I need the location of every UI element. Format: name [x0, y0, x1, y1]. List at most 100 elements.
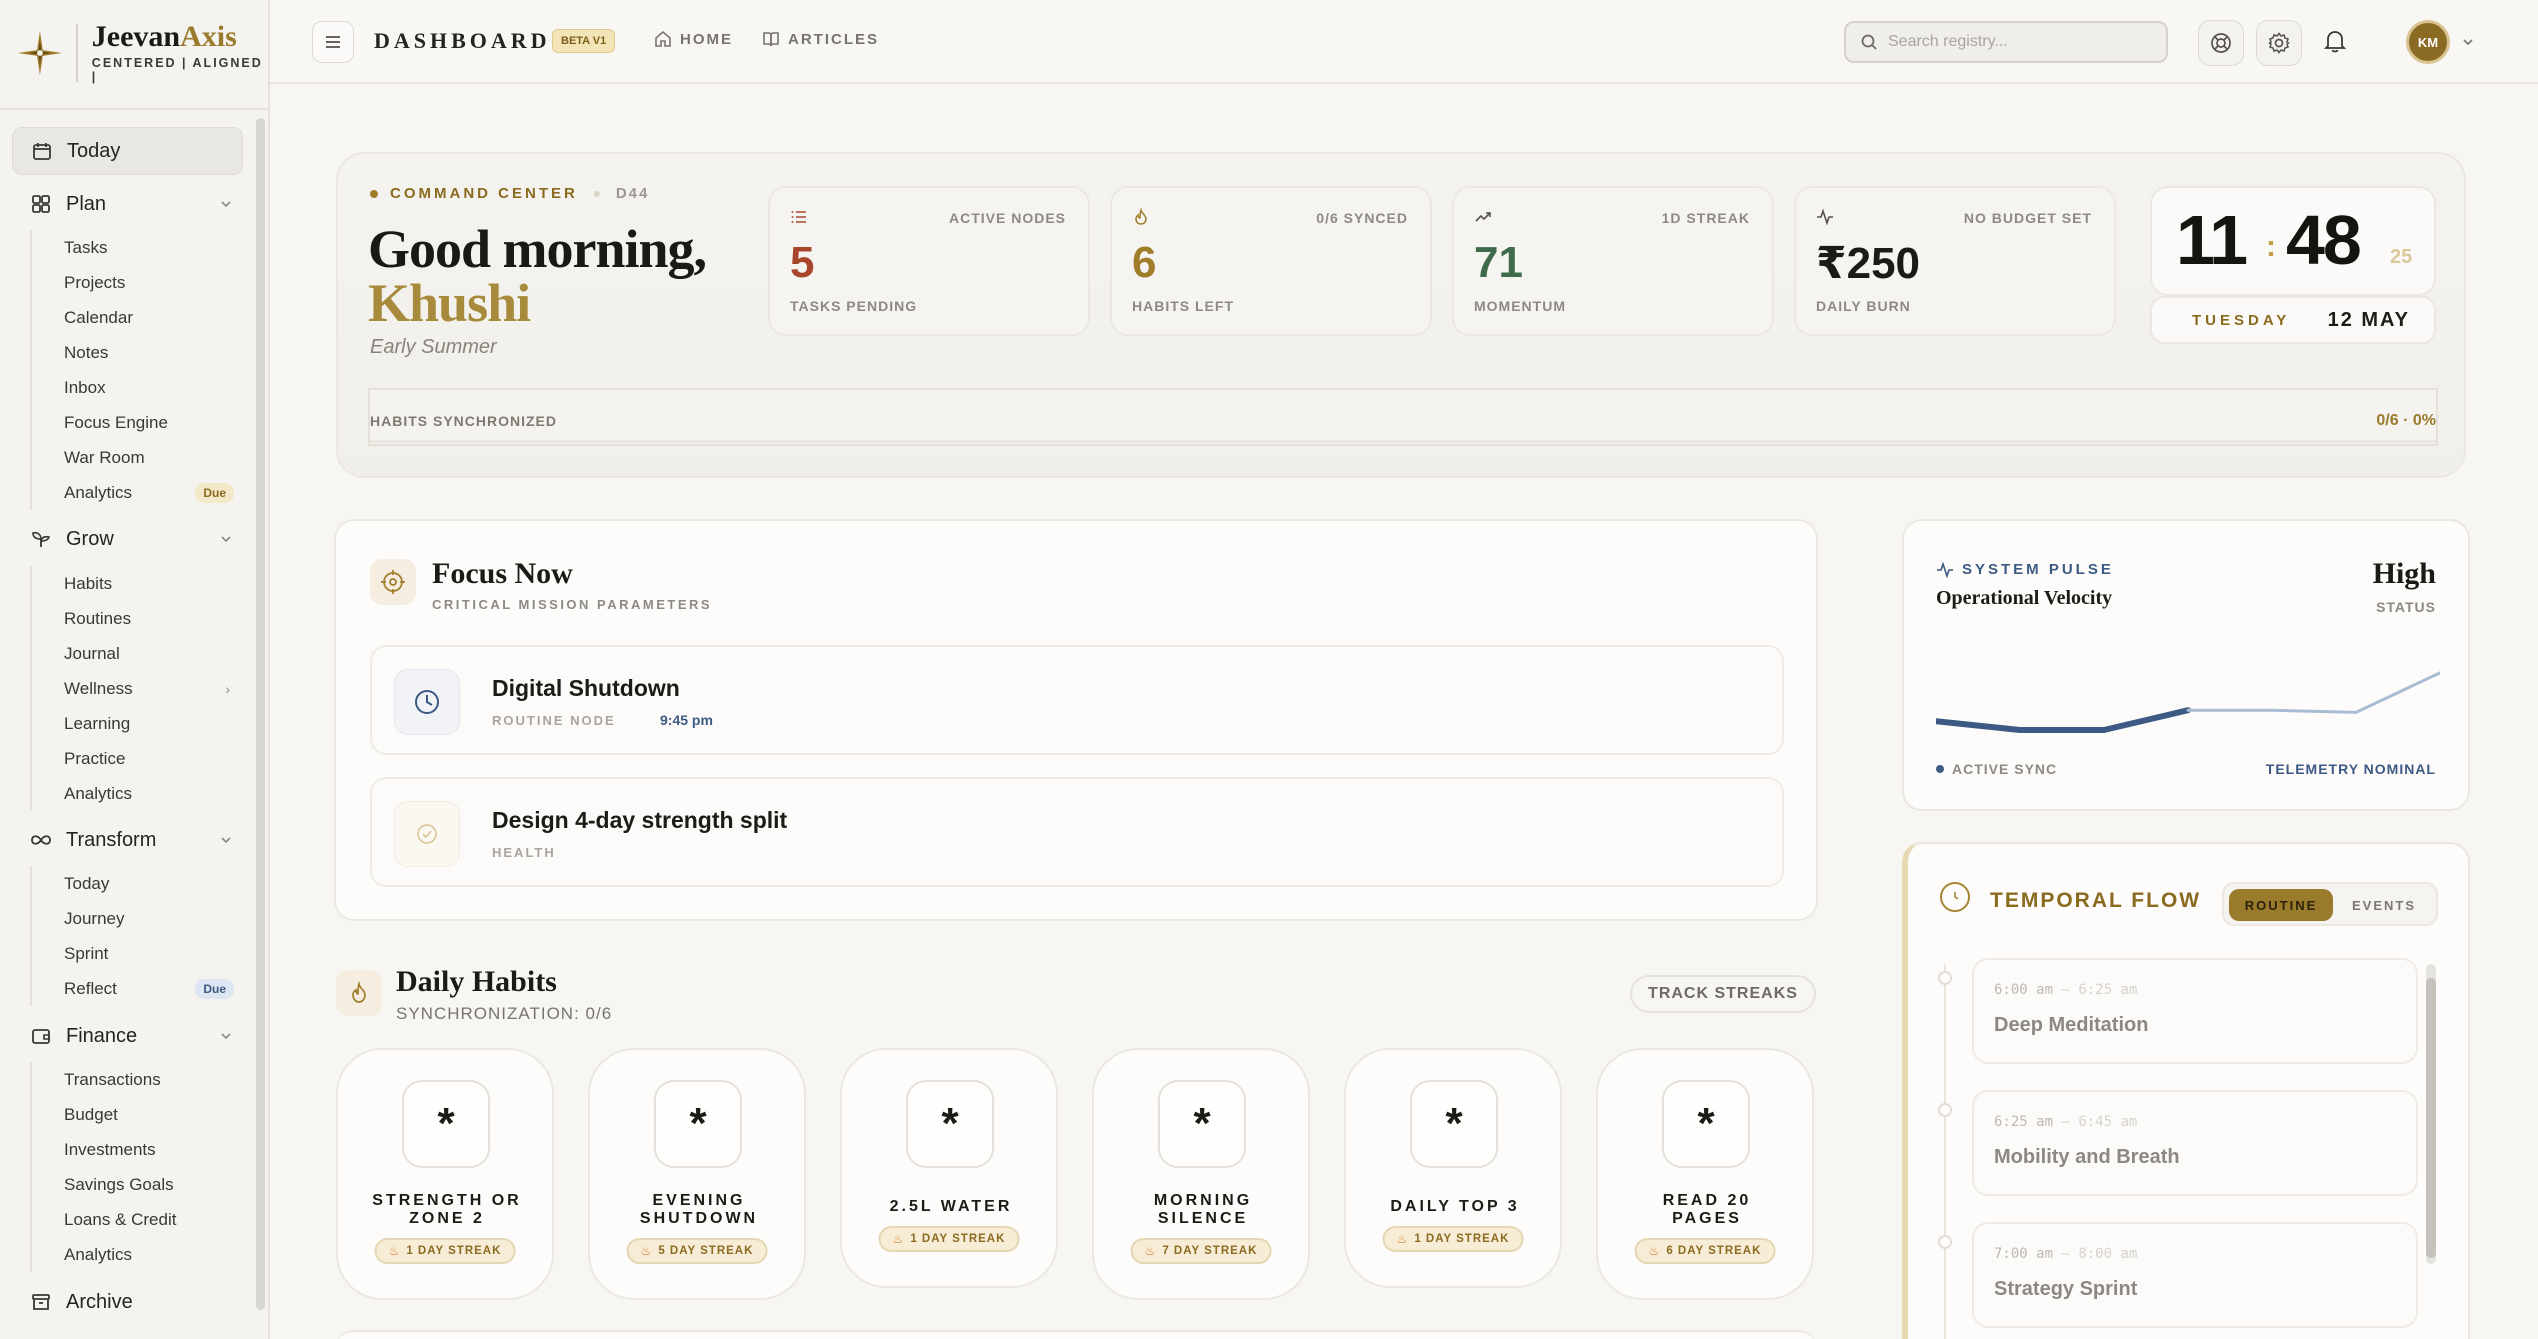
- habit-card[interactable]: * 2.5L WATER ♨ 1 DAY STREAK: [840, 1048, 1058, 1288]
- sidebar-item-practice[interactable]: Practice: [32, 741, 242, 776]
- stat-card-tasks[interactable]: ACTIVE NODES 5 TASKS PENDING: [768, 186, 1090, 336]
- habit-card[interactable]: * MORNING SILENCE ♨ 7 DAY STREAK: [1092, 1048, 1310, 1300]
- timeline-scrollbar[interactable]: [2426, 964, 2436, 1264]
- gear-icon: [2268, 32, 2290, 54]
- timeline-item[interactable]: 6:00 am – 6:25 am Deep Meditation: [1972, 958, 2418, 1064]
- sidebar-scrollbar[interactable]: [256, 118, 265, 1310]
- streak-text: 1 DAY STREAK: [910, 1233, 1006, 1245]
- streak-text: 1 DAY STREAK: [1414, 1233, 1510, 1245]
- nav-home-link[interactable]: HOME: [654, 30, 733, 48]
- active-sync-label: ACTIVE SYNC: [1936, 761, 2057, 777]
- tab-routine[interactable]: ROUTINE: [2229, 889, 2333, 921]
- brand-divider: [75, 24, 78, 82]
- avatar[interactable]: KM: [2406, 20, 2450, 64]
- sidebar-item-wellness[interactable]: Wellness ›: [32, 671, 242, 706]
- brand-logo[interactable]: JeevanAxis CENTERED | ALIGNED |: [16, 22, 266, 84]
- calendar-icon: [31, 140, 53, 162]
- bell-icon[interactable]: [2320, 26, 2350, 56]
- sidebar-item-label: Analytics: [64, 482, 133, 502]
- habits-subtitle: SYNCHRONIZATION: 0/6: [396, 1004, 613, 1023]
- sidebar-item-routines[interactable]: Routines: [32, 601, 242, 636]
- habit-card[interactable]: * EVENING SHUTDOWN ♨ 5 DAY STREAK: [588, 1048, 806, 1300]
- sidebar-item-reflect[interactable]: Reflect Due: [32, 971, 242, 1006]
- sidebar-item-sprint[interactable]: Sprint: [32, 936, 242, 971]
- streak-text: 1 DAY STREAK: [406, 1245, 502, 1257]
- asterisk-icon: *: [654, 1080, 742, 1168]
- search-input[interactable]: [1888, 33, 2148, 51]
- stat-card-momentum[interactable]: 1D STREAK 71 MOMENTUM: [1452, 186, 1774, 336]
- focus-task[interactable]: Digital Shutdown ROUTINE NODE 9:45 pm: [370, 645, 1784, 755]
- command-center-label: COMMAND CENTER D44: [370, 185, 649, 202]
- sidebar-item-notes[interactable]: Notes: [32, 335, 242, 370]
- sidebar-item-learning[interactable]: Learning: [32, 706, 242, 741]
- sidebar-item-investments[interactable]: Investments: [32, 1132, 242, 1167]
- sidebar-item-inbox[interactable]: Inbox: [32, 370, 242, 405]
- track-streaks-button[interactable]: TRACK STREAKS: [1630, 975, 1816, 1013]
- habit-name: 2.5L WATER: [889, 1198, 1013, 1215]
- sidebar-item-projects[interactable]: Projects: [32, 265, 242, 300]
- chevron-down-icon[interactable]: [2460, 34, 2476, 50]
- temporal-flow-title: TEMPORAL FLOW: [1990, 889, 2202, 912]
- time-end: 6:45 am: [2078, 1114, 2138, 1130]
- sidebar-item-plan-analytics[interactable]: Analytics Due: [32, 475, 242, 510]
- timeline-item[interactable]: 7:00 am – 8:00 am Strategy Sprint: [1972, 1222, 2418, 1328]
- sidebar-item-budget[interactable]: Budget: [32, 1097, 242, 1132]
- view-toggle: ROUTINE EVENTS: [2222, 882, 2438, 926]
- habit-card[interactable]: * DAILY TOP 3 ♨ 1 DAY STREAK: [1344, 1048, 1562, 1288]
- sidebar-item-finance-analytics[interactable]: Analytics: [32, 1237, 242, 1272]
- sidebar-group-transform[interactable]: Transform: [12, 816, 243, 864]
- sidebar-item-savings-goals[interactable]: Savings Goals: [32, 1167, 242, 1202]
- due-badge: Due: [195, 978, 234, 999]
- chevron-down-icon: [221, 536, 231, 543]
- sidebar-group-plan[interactable]: Plan: [12, 180, 243, 228]
- clock-colon: :: [2266, 230, 2276, 263]
- nav-articles-link[interactable]: ARTICLES: [762, 30, 879, 48]
- sidebar-item-loans-credit[interactable]: Loans & Credit: [32, 1202, 242, 1237]
- time-start: 6:25 am: [1994, 1114, 2054, 1130]
- sidebar-item-transactions[interactable]: Transactions: [32, 1062, 242, 1097]
- stat-label: DAILY BURN: [1816, 298, 1911, 314]
- scrollbar-thumb[interactable]: [2426, 978, 2436, 1258]
- habit-card[interactable]: * READ 20 PAGES ♨ 6 DAY STREAK: [1596, 1048, 1814, 1300]
- settings-button[interactable]: [2256, 20, 2302, 66]
- sidebar-group-grow[interactable]: Grow: [12, 515, 243, 563]
- habit-name: MORNING SILENCE: [1104, 1192, 1302, 1228]
- date-display: TUESDAY 12 MAY: [2150, 296, 2436, 344]
- brand-name: JeevanAxis: [92, 22, 266, 52]
- help-button[interactable]: [2198, 20, 2244, 66]
- tab-events[interactable]: EVENTS: [2336, 889, 2432, 921]
- sidebar-item-war-room[interactable]: War Room: [32, 440, 242, 475]
- task-meta: HEALTH: [492, 845, 556, 860]
- sidebar-item-grow-analytics[interactable]: Analytics: [32, 776, 242, 811]
- sidebar-item-today[interactable]: Today: [12, 127, 243, 175]
- chevron-down-icon: [221, 201, 231, 208]
- chevron-down-icon: [221, 837, 231, 844]
- sidebar-item-journal[interactable]: Journal: [32, 636, 242, 671]
- sidebar-item-calendar[interactable]: Calendar: [32, 300, 242, 335]
- sidebar-plan-list: Tasks Projects Calendar Notes Inbox Focu…: [30, 230, 242, 510]
- stat-value: 5: [790, 238, 815, 287]
- flame-icon: ♨: [892, 1232, 905, 1246]
- stat-caption: 0/6 SYNCED: [1316, 210, 1408, 226]
- menu-toggle-button[interactable]: [312, 21, 354, 63]
- flame-icon: [336, 970, 382, 1016]
- sidebar-item-tasks[interactable]: Tasks: [32, 230, 242, 265]
- nav-articles-label: ARTICLES: [788, 30, 879, 48]
- habit-card[interactable]: * STRENGTH OR ZONE 2 ♨ 1 DAY STREAK: [336, 1048, 554, 1300]
- sidebar-item-focus-engine[interactable]: Focus Engine: [32, 405, 242, 440]
- flame-icon: ♨: [388, 1244, 401, 1258]
- greeting-text: Good morning,: [368, 219, 707, 279]
- stat-card-habits[interactable]: 0/6 SYNCED 6 HABITS LEFT: [1110, 186, 1432, 336]
- sidebar-group-finance[interactable]: Finance: [12, 1012, 243, 1060]
- sidebar-item-habits[interactable]: Habits: [32, 566, 242, 601]
- active-sync-text: ACTIVE SYNC: [1952, 761, 2058, 777]
- sidebar-item-transform-today[interactable]: Today: [32, 866, 242, 901]
- search-bar[interactable]: [1844, 21, 2168, 63]
- page-title: DASHBOARD: [374, 28, 551, 53]
- focus-task[interactable]: Design 4-day strength split HEALTH: [370, 777, 1784, 887]
- stat-card-burn[interactable]: NO BUDGET SET ₹250 DAILY BURN: [1794, 186, 2116, 336]
- timeline-item[interactable]: 6:25 am – 6:45 am Mobility and Breath: [1972, 1090, 2418, 1196]
- sidebar-item-archive[interactable]: Archive: [12, 1278, 243, 1326]
- timeline-time: 7:00 am – 8:00 am: [1994, 1246, 2138, 1262]
- sidebar-item-journey[interactable]: Journey: [32, 901, 242, 936]
